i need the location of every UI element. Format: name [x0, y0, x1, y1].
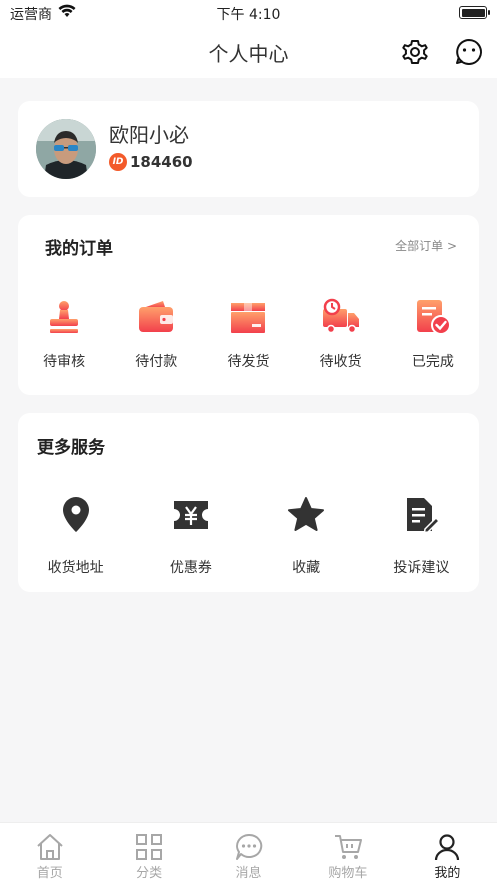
gear-icon[interactable] [399, 36, 431, 68]
coupon-icon [173, 501, 208, 529]
user-id: 184460 [130, 153, 193, 171]
order-completed[interactable]: 已完成 [387, 297, 479, 371]
nav-bar: 个人中心 [0, 26, 497, 78]
battery-icon [459, 6, 490, 19]
all-orders-link[interactable]: 全部订单 > [395, 237, 457, 254]
orders-title: 我的订单 [45, 239, 113, 259]
service-feedback[interactable]: 投诉建议 [364, 495, 479, 577]
orders-grid: 待审核 待付款 待发货 待收货 已完成 [18, 297, 479, 371]
tab-messages[interactable]: 消息 [199, 823, 298, 883]
order-status-label: 待收货 [319, 354, 362, 370]
order-status-label: 已完成 [411, 354, 454, 370]
tab-home[interactable]: 首页 [0, 823, 99, 883]
location-pin-icon [62, 497, 89, 532]
wallet-icon [139, 301, 174, 332]
box-icon [231, 303, 266, 333]
star-icon [288, 497, 325, 531]
order-status-label: 待付款 [135, 354, 178, 370]
status-bar: 运营商 下午 4:10 [0, 0, 497, 26]
order-status-label: 待审核 [43, 354, 86, 370]
service-label: 收藏 [292, 560, 321, 576]
order-pending-receipt[interactable]: 待收货 [295, 297, 387, 371]
services-card: 更多服务 收货地址 优惠券 收藏 投诉建议 [18, 413, 479, 592]
tab-label: 购物车 [328, 866, 368, 881]
service-label: 投诉建议 [393, 560, 450, 576]
service-address[interactable]: 收货地址 [18, 495, 133, 577]
grid-icon [136, 834, 163, 860]
tab-label: 我的 [434, 866, 461, 881]
check-document-icon [416, 300, 451, 335]
order-status-label: 待发货 [227, 354, 270, 370]
tab-label: 分类 [136, 866, 163, 881]
tab-cart[interactable]: 购物车 [298, 823, 397, 883]
user-icon [435, 834, 460, 861]
tab-bar: 首页 分类 消息 购物车 我的 [0, 822, 497, 883]
clock: 下午 4:10 [216, 7, 281, 23]
edit-document-icon [407, 498, 441, 534]
service-label: 优惠券 [169, 560, 212, 576]
tab-mine[interactable]: 我的 [398, 823, 497, 883]
orders-card: 我的订单 全部订单 > 待审核 待付款 待发货 待收货 已完成 [18, 215, 479, 395]
username: 欧阳小必 [109, 123, 189, 147]
services-title: 更多服务 [37, 438, 105, 458]
delivery-truck-icon [322, 298, 359, 334]
service-label: 收货地址 [47, 560, 104, 576]
chat-face-icon[interactable] [453, 36, 485, 68]
id-badge: ID [109, 153, 127, 171]
cart-icon [334, 835, 362, 859]
services-grid: 收货地址 优惠券 收藏 投诉建议 [18, 495, 479, 577]
home-icon [37, 834, 63, 860]
order-pending-review[interactable]: 待审核 [18, 297, 110, 371]
tab-category[interactable]: 分类 [99, 823, 198, 883]
stamp-icon [50, 301, 79, 333]
chat-bubble-icon [235, 833, 262, 860]
tab-label: 消息 [235, 866, 262, 881]
tab-label: 首页 [36, 866, 63, 881]
order-pending-payment[interactable]: 待付款 [110, 297, 202, 371]
service-favorites[interactable]: 收藏 [249, 495, 364, 577]
profile-card[interactable]: 欧阳小必 ID 184460 [18, 101, 479, 197]
order-pending-shipment[interactable]: 待发货 [202, 297, 294, 371]
avatar[interactable] [36, 119, 96, 179]
service-coupon[interactable]: 优惠券 [133, 495, 248, 577]
